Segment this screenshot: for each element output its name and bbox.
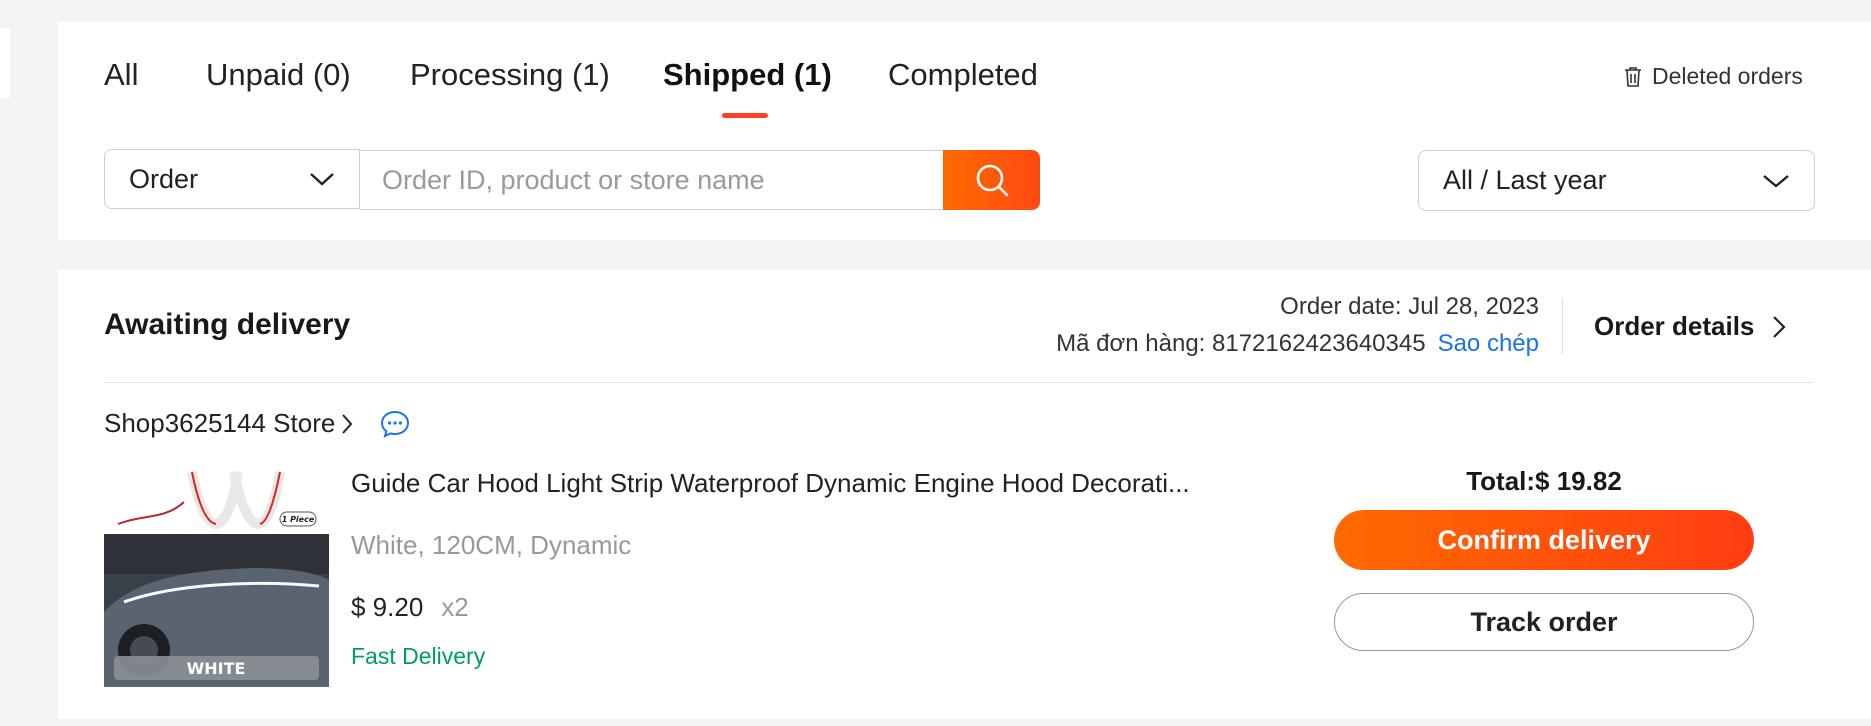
store-name: Shop3625144 Store: [104, 408, 336, 438]
date-range-value: All / Last year: [1443, 165, 1607, 195]
product-price: $ 9.20: [351, 592, 424, 622]
product-image[interactable]: 1 Piece WHITE: [104, 462, 329, 687]
image-badge-text: 1 Piece: [282, 515, 315, 524]
chevron-down-icon: [310, 173, 334, 186]
order-total: Total:$ 19.82: [1466, 466, 1622, 496]
search-scope-dropdown[interactable]: Order: [104, 149, 360, 209]
order-id: Mã đơn hàng: 8172162423640345: [1056, 330, 1426, 357]
deleted-orders-label: Deleted orders: [1652, 63, 1803, 89]
left-edge-panel: [0, 28, 10, 98]
chevron-right-icon: [1773, 315, 1786, 338]
tab-all[interactable]: All: [104, 57, 138, 93]
chat-icon[interactable]: [379, 409, 411, 439]
date-range-dropdown[interactable]: All / Last year: [1418, 150, 1815, 211]
chevron-right-icon: [342, 413, 353, 434]
search-icon: [976, 164, 1008, 197]
order-id-row: Mã đơn hàng: 8172162423640345 Sao chép: [1056, 330, 1539, 358]
active-tab-indicator: [722, 113, 768, 118]
tab-unpaid[interactable]: Unpaid (0): [206, 57, 351, 93]
confirm-delivery-button[interactable]: Confirm delivery: [1334, 510, 1754, 570]
tab-shipped[interactable]: Shipped (1): [663, 57, 832, 93]
product-title[interactable]: Guide Car Hood Light Strip Waterproof Dy…: [351, 468, 1190, 499]
tab-processing[interactable]: Processing (1): [410, 57, 610, 93]
shipping-tag: Fast Delivery: [351, 643, 486, 669]
trash-icon: [1625, 66, 1641, 87]
store-link[interactable]: Shop3625144 Store: [104, 408, 353, 439]
order-details-label: Order details: [1594, 311, 1755, 341]
product-variant: White, 120CM, Dynamic: [351, 530, 632, 560]
product-price-row: $ 9.20 x2: [351, 592, 469, 623]
order-details-link[interactable]: Order details: [1594, 311, 1786, 342]
image-color-label: WHITE: [187, 659, 246, 678]
product-quantity: x2: [441, 592, 469, 622]
track-order-button[interactable]: Track order: [1334, 593, 1754, 651]
tab-completed[interactable]: Completed: [888, 57, 1038, 93]
store-row: Shop3625144 Store: [104, 408, 411, 439]
search-input[interactable]: [360, 150, 944, 210]
order-status: Awaiting delivery: [104, 308, 351, 341]
divider: [104, 382, 1814, 383]
order-date: Order date: Jul 28, 2023: [1280, 293, 1539, 320]
copy-order-id-link[interactable]: Sao chép: [1438, 330, 1539, 357]
divider: [1562, 298, 1563, 354]
search-scope-value: Order: [129, 163, 199, 194]
chevron-down-icon: [1763, 174, 1789, 188]
search-button[interactable]: [943, 150, 1040, 210]
deleted-orders-link[interactable]: Deleted orders: [1624, 63, 1803, 90]
